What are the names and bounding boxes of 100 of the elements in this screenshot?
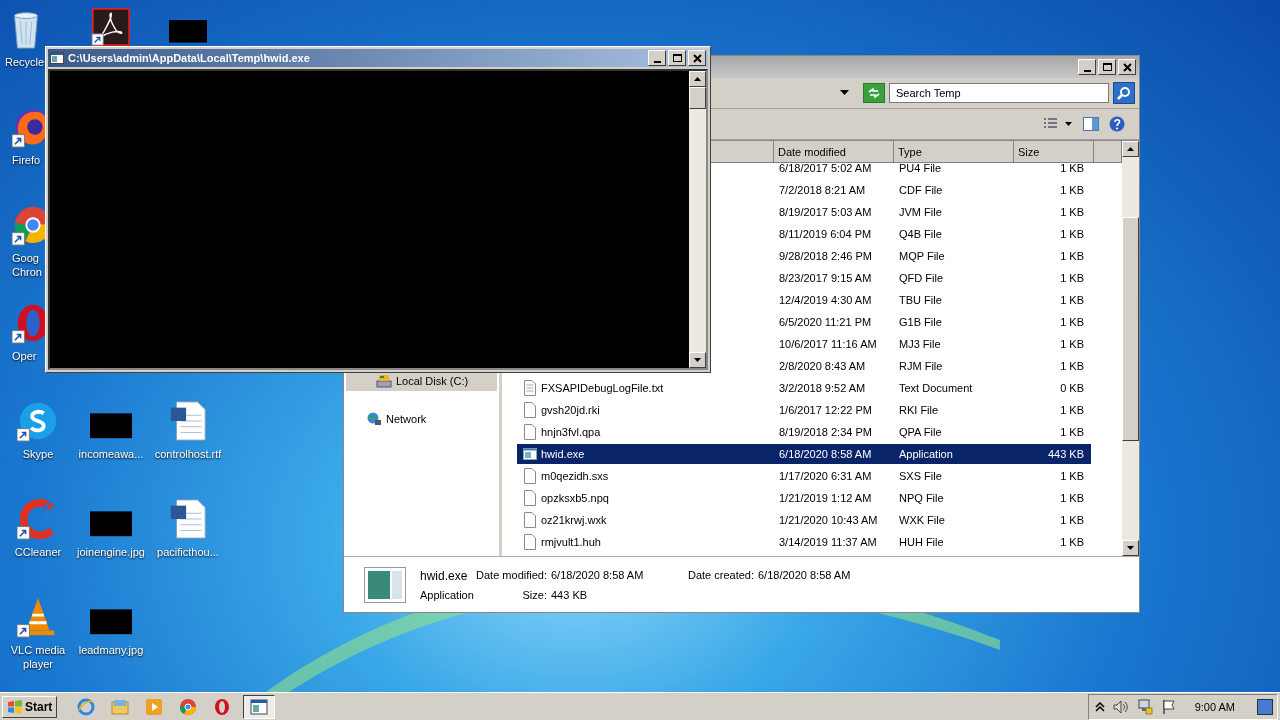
desktop-shortcut[interactable]: Recycle <box>0 4 45 69</box>
detail-value: 6/18/2020 8:58 AM <box>551 568 645 583</box>
type-cell-text: Q4B File <box>898 228 943 240</box>
chat-cloud-icon <box>17 400 59 442</box>
size-cell-text: 1 KB <box>1059 184 1084 196</box>
size-cell-text: 1 KB <box>1059 470 1084 482</box>
size-cell-text: 1 KB <box>1059 294 1084 306</box>
search-button[interactable] <box>1113 82 1135 104</box>
size-cell-text: 1 KB <box>1059 338 1084 350</box>
size-cell-text: 0 KB <box>1059 382 1084 394</box>
minimize-button[interactable] <box>1078 59 1096 75</box>
file-row[interactable]: hnjn3fvl.qpa 8/19/2018 2:34 PM QPA File 1 KB <box>517 422 1091 442</box>
maximize-button[interactable] <box>1098 59 1116 75</box>
column-header[interactable]: Size <box>1014 141 1094 163</box>
help-button[interactable] <box>1109 116 1125 132</box>
desktop-shortcut[interactable]: Skype <box>0 396 76 461</box>
desktop-shortcut[interactable]: leadmany.jpg <box>73 592 149 657</box>
file-row[interactable]: 8/19/2017 5:03 AM JVM File 1 KB <box>774 202 1091 222</box>
size-cell-text: 1 KB <box>1059 316 1084 328</box>
clock[interactable]: 9:00 AM <box>1194 700 1235 713</box>
type-cell-text: TBU File <box>898 294 943 306</box>
show-desktop-button[interactable] <box>1257 698 1273 715</box>
desktop-shortcut[interactable]: joinengine.jpg <box>73 494 149 559</box>
close-button[interactable] <box>1118 59 1136 75</box>
file-row[interactable]: 9/28/2018 2:46 PM MQP File 1 KB <box>774 246 1091 266</box>
size-cell-text: 1 KB <box>1059 163 1084 174</box>
file-row[interactable]: m0qezidh.sxs 1/17/2020 6:31 AM SXS File 1 KB <box>517 466 1091 486</box>
refresh-button[interactable] <box>863 83 885 103</box>
desktop-shortcut[interactable]: CCleaner <box>0 494 76 559</box>
nav-item[interactable]: Local Disk (C:) <box>346 371 497 391</box>
type-cell-text: QPA File <box>898 426 943 438</box>
date-cell-text: 9/28/2018 2:46 PM <box>778 250 873 262</box>
size-cell-text: 1 KB <box>1059 206 1084 218</box>
type-cell-text: Text Document <box>898 382 974 394</box>
file-row[interactable]: 8/23/2017 9:15 AM QFD File 1 KB <box>774 268 1091 288</box>
size-cell-text: 1 KB <box>1059 492 1084 504</box>
application-thumbnail-icon <box>364 566 406 603</box>
date-cell-text: 1/17/2020 6:31 AM <box>778 470 873 482</box>
file-row[interactable]: 6/5/2020 11:21 PM G1B File 1 KB <box>774 312 1091 332</box>
file-row[interactable]: 8/11/2019 6:04 PM Q4B File 1 KB <box>774 224 1091 244</box>
file-type: Application <box>420 588 475 601</box>
preview-pane-button[interactable] <box>1083 117 1099 131</box>
file-row[interactable]: hwid.exe 6/18/2020 8:58 AM Application 443 KB <box>517 444 1091 464</box>
file-row[interactable]: opzksxb5.npq 1/21/2019 1:12 AM NPQ File 1 KB <box>517 488 1091 508</box>
size-cell-text: 1 KB <box>1059 514 1084 526</box>
flag-icon[interactable] <box>1160 698 1177 715</box>
type-cell-text: WXK File <box>898 514 946 526</box>
file-row[interactable]: 12/4/2019 4:30 AM TBU File 1 KB <box>774 290 1091 310</box>
view-options-button[interactable] <box>1043 118 1073 130</box>
nav-item[interactable]: Network <box>346 409 497 429</box>
maximize-button[interactable] <box>668 50 686 66</box>
date-cell-text: 6/18/2020 8:58 AM <box>778 448 873 460</box>
file-row[interactable]: 2/8/2020 8:43 AM RJM File 1 KB <box>774 356 1091 376</box>
file-row[interactable]: FXSAPIDebugLogFile.txt 3/2/2018 9:52 AM Text Document 0 KB <box>517 378 1091 398</box>
file-name: hnjn3fvl.qpa <box>541 426 601 438</box>
column-header[interactable]: Type <box>894 141 1014 163</box>
show-hidden-icons-icon[interactable] <box>1094 701 1105 712</box>
type-cell-text: MQP File <box>898 250 946 262</box>
date-cell-text: 12/4/2019 4:30 AM <box>778 294 873 306</box>
help-icon <box>1109 116 1125 132</box>
type-cell-text: Application <box>898 448 954 460</box>
scrollbar[interactable] <box>1122 141 1139 556</box>
desktop-shortcut[interactable]: incomeawa... <box>73 396 149 461</box>
taskbar-app-button[interactable] <box>243 694 276 719</box>
ring-o-icon <box>213 697 232 716</box>
detail-value: 443 KB <box>551 588 589 601</box>
search-field[interactable]: Search Temp <box>889 83 1109 103</box>
file-name: opzksxb5.npq <box>541 492 609 504</box>
drive-icon <box>376 374 392 388</box>
type-cell-text: SXS File <box>898 470 943 482</box>
minimize-button[interactable] <box>648 50 666 66</box>
scroll-thumb[interactable] <box>689 87 706 109</box>
type-cell-text: MJ3 File <box>898 338 942 350</box>
speaker-icon[interactable] <box>1112 699 1129 714</box>
file-name: m0qezidh.sxs <box>541 470 609 482</box>
blank-file-icon <box>523 534 537 550</box>
column-header[interactable]: Date modified <box>774 141 894 163</box>
size-cell-text: 1 KB <box>1059 272 1084 284</box>
text-file-icon <box>523 380 537 396</box>
type-cell-text: RKI File <box>898 404 940 416</box>
network-globe-icon <box>366 412 382 426</box>
start-button[interactable]: Start <box>2 695 58 718</box>
file-row[interactable]: oz21krwj.wxk 1/21/2020 10:43 AM WXK File 1 KB <box>517 510 1091 530</box>
file-row[interactable]: 10/6/2017 11:16 AM MJ3 File 1 KB <box>774 334 1091 354</box>
file-name: FXSAPIDebugLogFile.txt <box>541 382 664 394</box>
detail-label: Size: <box>521 588 548 601</box>
file-row[interactable]: gvsh20jd.rki 1/6/2017 12:22 PM RKI File 1 KB <box>517 400 1091 420</box>
date-cell-text: 1/6/2017 12:22 PM <box>778 404 873 416</box>
date-cell-text: 6/5/2020 11:21 PM <box>778 316 873 328</box>
scrollbar[interactable] <box>689 71 706 368</box>
application-window-icon <box>523 447 537 461</box>
close-button[interactable] <box>688 50 706 66</box>
chrome-ball-icon <box>179 697 198 716</box>
file-row[interactable]: rmjvult1.huh 3/14/2019 11:37 AM HUH File 1 KB <box>517 532 1091 552</box>
file-row[interactable]: 7/2/2018 8:21 AM CDF File 1 KB <box>774 180 1091 200</box>
network-computer-icon[interactable] <box>1136 698 1153 715</box>
type-cell-text: QFD File <box>898 272 944 284</box>
file-name: oz21krwj.wxk <box>541 514 607 526</box>
desktop-shortcut[interactable]: VLC media player <box>0 592 76 671</box>
file-row[interactable]: 6/18/2017 5:02 AM PU4 File 1 KB <box>774 163 1091 178</box>
